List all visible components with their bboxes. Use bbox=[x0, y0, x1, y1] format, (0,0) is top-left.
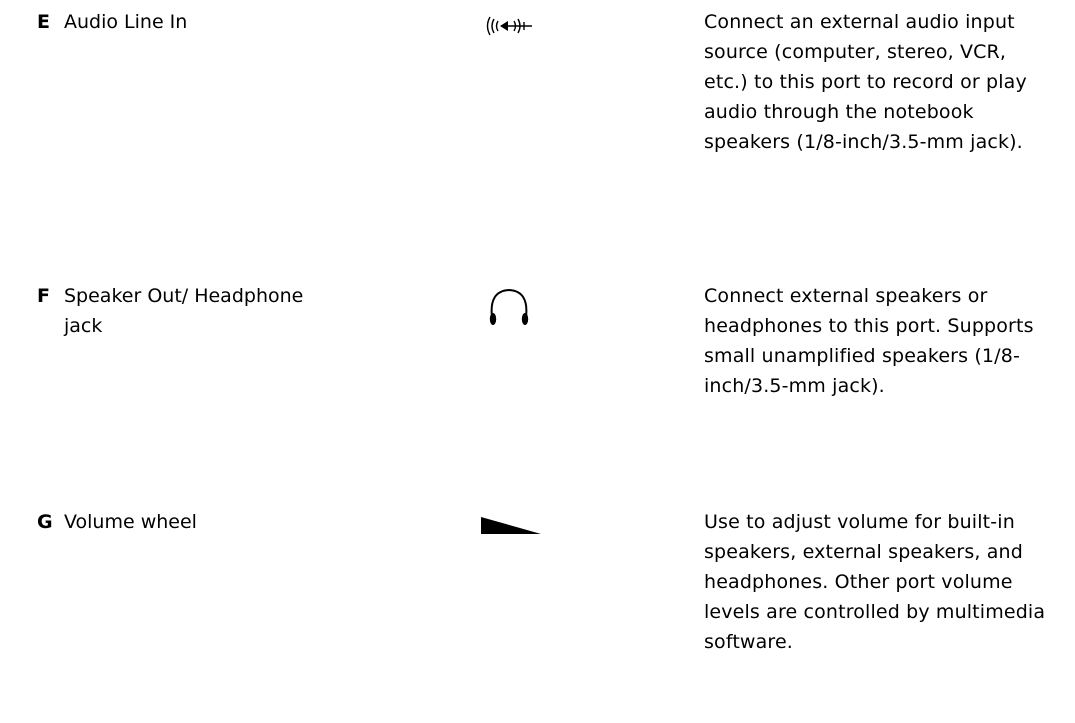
port-name: Volume wheel bbox=[64, 511, 197, 533]
port-description: Connect external speakers or headphones … bbox=[704, 285, 1034, 397]
port-name: Audio Line In bbox=[64, 11, 188, 33]
audio-line-in-icon bbox=[486, 16, 532, 36]
port-description: Connect an external audio input source (… bbox=[704, 11, 1027, 153]
row-letter: G bbox=[37, 511, 53, 533]
headphone-icon bbox=[489, 288, 529, 325]
row-letter: F bbox=[37, 285, 50, 307]
port-description: Use to adjust volume for built-in speake… bbox=[704, 511, 1046, 653]
port-name: Speaker Out/ Headphone jack bbox=[64, 285, 304, 337]
volume-wedge-icon bbox=[481, 517, 541, 534]
row-letter: E bbox=[37, 11, 50, 33]
